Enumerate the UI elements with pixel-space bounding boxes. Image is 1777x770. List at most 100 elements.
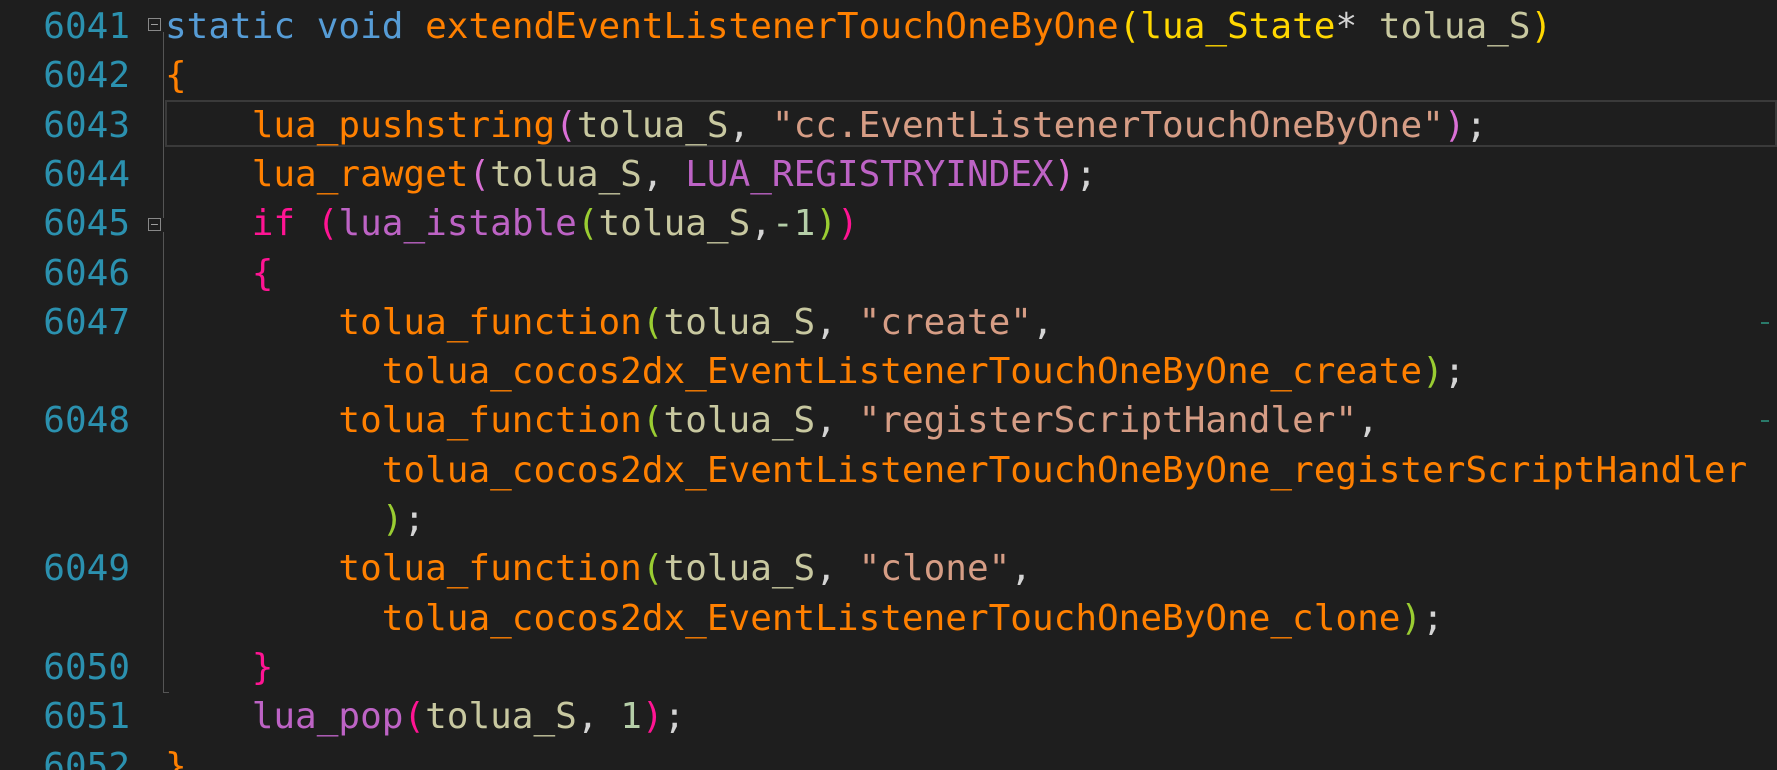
line-number: 6041	[43, 6, 130, 47]
code-token: ;	[1422, 597, 1444, 639]
code-token: 1	[620, 696, 642, 738]
code-token: tolua_S	[576, 104, 729, 146]
code-line[interactable]: tolua_cocos2dx_EventListenerTouchOneByOn…	[165, 446, 1747, 495]
code-token: }	[165, 745, 187, 770]
code-token: tolua_S	[663, 400, 816, 442]
code-token: lua_rawget	[251, 153, 469, 195]
code-token: )	[1443, 104, 1466, 146]
fold-collapse-icon[interactable]: −	[148, 218, 161, 231]
code-line[interactable]: lua_pushstring(tolua_S, "cc.EventListene…	[165, 101, 1487, 150]
code-token: "registerScriptHandler"	[858, 400, 1358, 442]
code-token: (	[468, 153, 491, 195]
code-token: )	[641, 696, 664, 738]
code-token: ,	[1010, 548, 1032, 590]
code-token: ,	[815, 548, 859, 590]
code-token: "create"	[858, 301, 1032, 343]
code-token: extendEventListenerTouchOneByOne	[425, 6, 1119, 47]
code-token: (	[641, 548, 664, 590]
code-token: ,	[1031, 301, 1054, 343]
line-number: 6050	[43, 646, 130, 688]
code-token: tolua_cocos2dx_EventListenerTouchOneByOn…	[381, 449, 1748, 491]
code-line[interactable]: tolua_cocos2dx_EventListenerTouchOneByOn…	[165, 594, 1444, 643]
code-line[interactable]: if (lua_istable(tolua_S,-1))	[165, 199, 859, 248]
code-token: ;	[1075, 153, 1098, 195]
code-token: {	[251, 252, 274, 294]
code-token: lua_State	[1140, 6, 1336, 47]
code-token: ,	[728, 104, 772, 146]
code-token: tolua_S	[490, 153, 642, 195]
code-token: ;	[1443, 351, 1466, 393]
code-line[interactable]: tolua_function(tolua_S, "clone",	[165, 544, 1032, 593]
code-token: )	[815, 203, 837, 245]
code-token: ,	[750, 203, 772, 245]
line-number: 6051	[43, 696, 130, 738]
code-line[interactable]: tolua_cocos2dx_EventListenerTouchOneByOn…	[165, 347, 1466, 396]
code-token: lua_pushstring	[251, 104, 556, 146]
code-token: "clone"	[858, 548, 1011, 590]
code-editor[interactable]: 6041 6042 6043 6044 6045 6046 6047 6048 6049 6050…	[0, 0, 1777, 770]
code-token: (	[576, 203, 599, 245]
code-token: (	[641, 301, 664, 343]
code-token: ;	[663, 696, 686, 738]
code-token: (	[555, 104, 577, 146]
code-token: ,	[1357, 400, 1379, 442]
fold-collapse-icon[interactable]: −	[148, 18, 161, 31]
code-line[interactable]: );	[165, 495, 425, 544]
code-token: )	[1530, 6, 1553, 47]
code-token: {	[165, 55, 187, 97]
code-token: lua_pop	[251, 696, 404, 738]
code-token: void	[316, 6, 404, 47]
code-token: )	[1422, 351, 1444, 393]
code-token: tolua_cocos2dx_EventListenerTouchOneByOn…	[381, 597, 1401, 639]
code-token: "cc.EventListenerTouchOneByOne"	[771, 104, 1444, 146]
code-token: )	[1053, 153, 1076, 195]
line-number: 6046	[43, 252, 130, 294]
code-line[interactable]: lua_rawget(tolua_S, LUA_REGISTRYINDEX);	[165, 150, 1097, 199]
line-number: 6043	[43, 104, 130, 146]
code-token: tolua_S	[598, 203, 751, 245]
line-number-gutter: 6041 6042 6043 6044 6045 6046 6047 6048 6049 6050…	[0, 0, 140, 770]
code-token: *	[1335, 6, 1379, 47]
fold-guide-line	[163, 32, 164, 218]
code-token: (	[316, 203, 339, 245]
code-token: )	[1400, 597, 1423, 639]
code-token: tolua_function	[338, 301, 642, 343]
code-line[interactable]: tolua_function(tolua_S, "registerScriptH…	[165, 396, 1379, 445]
code-line[interactable]: }	[165, 742, 187, 770]
code-token: }	[251, 646, 274, 688]
code-token: (	[641, 400, 664, 442]
code-token: ,	[815, 400, 859, 442]
code-line[interactable]: }	[165, 643, 274, 692]
code-token: tolua_S	[663, 548, 816, 590]
code-line[interactable]: tolua_function(tolua_S, "create",	[165, 298, 1054, 347]
scroll-marker	[1761, 420, 1769, 422]
line-number: 6048	[43, 400, 130, 442]
code-line[interactable]: static void extendEventListenerTouchOneB…	[165, 2, 1552, 51]
line-number: 6042	[43, 55, 130, 97]
code-token: tolua_S	[425, 696, 577, 738]
code-token: tolua_S	[1378, 6, 1531, 47]
code-token: LUA_REGISTRYINDEX	[685, 153, 1054, 195]
code-line[interactable]: {	[165, 51, 187, 100]
code-line[interactable]: lua_pop(tolua_S, 1);	[165, 692, 686, 741]
code-token: )	[381, 499, 404, 540]
code-token: (	[403, 696, 426, 738]
code-token: ,	[576, 696, 621, 738]
line-number: 6045	[43, 203, 130, 245]
line-number: 6044	[43, 153, 130, 195]
code-line[interactable]: {	[165, 249, 274, 298]
